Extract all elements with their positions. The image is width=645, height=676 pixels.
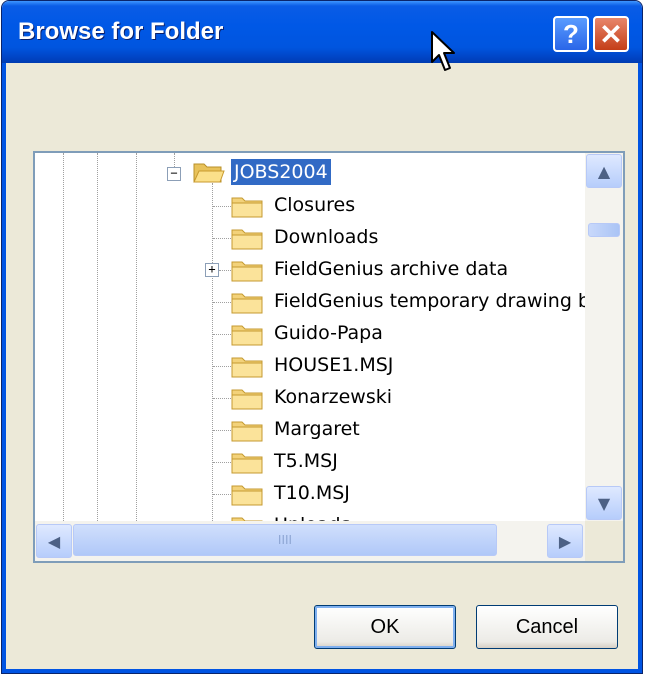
tree-node-downloads[interactable]: Downloads <box>35 222 585 254</box>
tree-node-jobs2004[interactable]: − JOBS2004 <box>35 158 585 190</box>
tree-node-fieldgenius-archive-data[interactable]: + FieldGenius archive data <box>35 254 585 286</box>
tree-line <box>213 302 231 303</box>
tree-node-closures[interactable]: Closures <box>35 190 585 222</box>
tree-node-guido-papa[interactable]: Guido-Papa <box>35 318 585 350</box>
folder-icon <box>231 421 263 442</box>
folder-tree: − JOBS2004 Closures Downloads + FieldGen… <box>33 151 625 563</box>
tree-node-label[interactable]: FieldGenius archive data <box>271 256 511 282</box>
grip-icon: IIII <box>277 533 293 547</box>
tree-node-house1-msj[interactable]: HOUSE1.MSJ <box>35 350 585 382</box>
window-border-left <box>2 63 6 673</box>
tree-node-konarzewski[interactable]: Konarzewski <box>35 382 585 414</box>
folder-icon <box>231 261 263 282</box>
tree-node-label[interactable]: JOBS2004 <box>231 159 331 185</box>
folder-tree-viewport: − JOBS2004 Closures Downloads + FieldGen… <box>35 153 585 521</box>
folder-icon <box>231 293 263 314</box>
folder-icon <box>231 357 263 378</box>
scroll-down-button[interactable]: ▼ <box>586 486 622 520</box>
horizontal-scrollbar[interactable]: ◀ IIII ▶ <box>35 521 585 561</box>
window-border-bottom <box>2 669 642 673</box>
folder-icon <box>231 197 263 218</box>
tree-line <box>213 494 231 495</box>
cancel-button[interactable]: Cancel <box>476 605 618 649</box>
folder-icon <box>231 229 263 250</box>
close-icon: ✕ <box>599 18 623 50</box>
expand-icon[interactable]: + <box>205 263 219 277</box>
tree-node-label[interactable]: Konarzewski <box>271 384 395 410</box>
arrow-right-icon: ▶ <box>558 531 572 551</box>
tree-line <box>213 366 231 367</box>
arrow-up-icon: ▲ <box>597 161 611 181</box>
ok-button[interactable]: OK <box>314 605 456 649</box>
tree-node-label[interactable]: Uploads <box>271 512 353 521</box>
tree-node-margaret[interactable]: Margaret <box>35 414 585 446</box>
tree-node-label[interactable]: Closures <box>271 192 358 218</box>
tree-line <box>213 462 231 463</box>
vertical-scroll-thumb[interactable] <box>588 223 620 237</box>
scroll-right-button[interactable]: ▶ <box>547 524 583 558</box>
arrow-down-icon: ▼ <box>597 493 611 513</box>
arrow-left-icon: ◀ <box>47 531 61 551</box>
tree-node-label[interactable]: HOUSE1.MSJ <box>271 352 396 378</box>
vertical-scrollbar[interactable]: ▲ ▼ <box>585 153 623 521</box>
tree-node-label[interactable]: FieldGenius temporary drawing b <box>271 288 585 314</box>
tree-node-label[interactable]: T10.MSJ <box>271 480 353 506</box>
tree-line <box>213 206 231 207</box>
title-bar[interactable]: Browse for Folder ? ✕ <box>2 1 642 63</box>
tree-line <box>213 430 231 431</box>
tree-line <box>213 334 231 335</box>
browse-for-folder-dialog: Browse for Folder ? ✕ − JOBS2004 Closure… <box>1 0 643 674</box>
mouse-cursor-icon <box>431 31 455 71</box>
tree-node-label[interactable]: Guido-Papa <box>271 320 386 346</box>
help-icon: ? <box>563 18 579 49</box>
scrollbar-corner <box>585 521 623 561</box>
folder-icon <box>231 453 263 474</box>
scroll-up-button[interactable]: ▲ <box>586 154 622 188</box>
scroll-left-button[interactable]: ◀ <box>36 524 72 558</box>
folder-icon <box>231 517 263 521</box>
tree-line <box>213 398 231 399</box>
tree-node-uploads[interactable]: Uploads <box>35 510 585 521</box>
horizontal-scroll-thumb[interactable]: IIII <box>73 524 497 556</box>
folder-icon <box>231 325 263 346</box>
tree-node-fieldgenius-temporary-drawing[interactable]: FieldGenius temporary drawing b <box>35 286 585 318</box>
folder-icon <box>231 389 263 410</box>
folder-icon <box>231 485 263 506</box>
close-button[interactable]: ✕ <box>593 16 629 52</box>
tree-node-label[interactable]: Margaret <box>271 416 363 442</box>
help-button[interactable]: ? <box>553 16 589 52</box>
open-folder-icon <box>193 163 225 183</box>
tree-line <box>213 238 231 239</box>
window-border-right <box>638 63 642 673</box>
window-title: Browse for Folder <box>18 18 224 45</box>
collapse-icon[interactable]: − <box>167 167 181 181</box>
tree-node-label[interactable]: Downloads <box>271 224 381 250</box>
tree-node-t10-msj[interactable]: T10.MSJ <box>35 478 585 510</box>
tree-line <box>219 270 231 271</box>
tree-node-t5-msj[interactable]: T5.MSJ <box>35 446 585 478</box>
tree-node-label[interactable]: T5.MSJ <box>271 448 341 474</box>
